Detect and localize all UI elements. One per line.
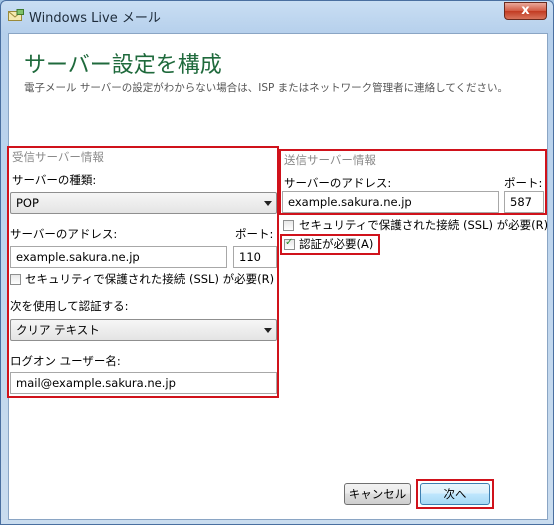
incoming-port-label: ポート: (235, 227, 274, 241)
incoming-address-label: サーバーのアドレス: (10, 227, 118, 241)
outgoing-port-label: ポート: (504, 176, 543, 190)
close-icon: x (521, 3, 530, 18)
window-title: Windows Live メール (29, 11, 161, 26)
close-button[interactable]: x (504, 2, 547, 20)
server-type-value: POP (16, 196, 39, 210)
outgoing-ssl-checkbox[interactable] (283, 220, 294, 231)
outgoing-group-label: 送信サーバー情報 (284, 153, 376, 167)
auth-method-select[interactable]: クリア テキスト (10, 319, 277, 341)
outgoing-address-input[interactable]: example.sakura.ne.jp (282, 191, 499, 213)
incoming-port-input[interactable]: 110 (233, 246, 277, 268)
server-type-label: サーバーの種類: (12, 173, 97, 187)
auth-required-checkbox[interactable] (284, 237, 295, 250)
page-description: 電子メール サーバーの設定がわからない場合は、ISP またはネットワーク管理者に… (24, 82, 509, 94)
incoming-ssl-label: セキュリティで保護された接続 (SSL) が必要(R) (25, 272, 275, 286)
title-bar: Windows Live メール x (1, 1, 553, 33)
auth-required-label: 認証が必要(A) (299, 237, 374, 251)
auth-method-label: 次を使用して認証する: (10, 299, 129, 313)
outgoing-port-input[interactable]: 587 (504, 191, 544, 213)
dialog-window: Windows Live メール x サーバー設定を構成 電子メール サーバーの… (0, 0, 554, 525)
incoming-address-input[interactable]: example.sakura.ne.jp (10, 246, 227, 268)
page-title: サーバー設定を構成 (24, 53, 222, 78)
auth-method-value: クリア テキスト (16, 323, 100, 337)
windows-live-mail-icon (8, 9, 24, 21)
server-type-select[interactable]: POP (10, 192, 277, 214)
incoming-ssl-checkbox[interactable] (10, 274, 21, 285)
chevron-down-icon (264, 328, 272, 333)
outgoing-address-label: サーバーのアドレス: (284, 176, 392, 190)
logon-input[interactable]: mail@example.sakura.ne.jp (10, 372, 277, 394)
cancel-button[interactable]: キャンセル (344, 483, 411, 505)
outgoing-ssl-label: セキュリティで保護された接続 (SSL) が必要(R) (299, 218, 549, 232)
chevron-down-icon (264, 201, 272, 206)
incoming-group-label: 受信サーバー情報 (12, 150, 104, 164)
next-button[interactable]: 次へ (420, 483, 490, 505)
logon-label: ログオン ユーザー名: (10, 354, 121, 368)
